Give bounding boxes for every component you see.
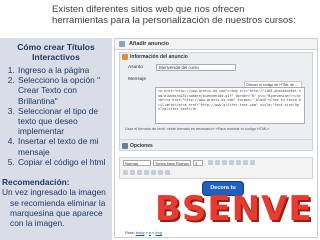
- options-icon: [122, 143, 128, 149]
- options-section: Opciones: [119, 139, 313, 151]
- info-section-title: Información del anuncio: [130, 54, 188, 60]
- format-select[interactable]: Normal: [123, 160, 151, 166]
- path-item[interactable]: img: [156, 230, 162, 235]
- step-item: Copiar el código el html: [17, 157, 109, 167]
- editor-topbar: Añadir anuncio: [115, 39, 317, 50]
- step-item: Ingreso a la página: [17, 65, 109, 75]
- path-item[interactable]: body: [136, 230, 145, 235]
- path-item[interactable]: p: [149, 230, 151, 235]
- steps-list: Ingreso a la página Selecciono la opción…: [0, 65, 109, 167]
- element-path: Ruta: body » p » img: [125, 230, 162, 235]
- panel-title: Cómo crear Títulos Interactivos: [17, 42, 95, 62]
- list-button[interactable]: [243, 160, 248, 165]
- bold-button[interactable]: [208, 160, 213, 165]
- recommendation-body: Un vez ingresado la imagen se recomienda…: [2, 187, 106, 229]
- link-button[interactable]: [250, 160, 255, 165]
- paste-button[interactable]: [137, 170, 142, 175]
- recommendation: Recomendación: Un vez ingresado la image…: [2, 177, 110, 228]
- step-item: Seleccionar el tipo de texto que deseo i…: [17, 106, 109, 137]
- underline-button[interactable]: [222, 160, 227, 165]
- copy-button[interactable]: [130, 170, 135, 175]
- font-select[interactable]: Times New Roman: [153, 160, 191, 166]
- mensaje-label: Mensaje: [128, 77, 147, 82]
- info-icon: [122, 54, 128, 60]
- redo-button[interactable]: [151, 170, 156, 175]
- image-button[interactable]: [158, 170, 163, 175]
- align-button[interactable]: [236, 160, 241, 165]
- page-heading: Existen diferentes sitios web que nos of…: [52, 4, 296, 26]
- instructions-panel: Cómo crear Títulos Interactivos Ingreso …: [0, 38, 112, 240]
- format-note: Usar el formato de html: «éste formato e…: [125, 127, 270, 131]
- italic-button[interactable]: [215, 160, 220, 165]
- editor-screenshot: Añadir anuncio Información del anuncio A…: [114, 38, 318, 238]
- glitter-text-image: BSENVE: [155, 189, 313, 229]
- step-item: Insertar el texto de mi mensaje: [17, 136, 109, 156]
- editor-toolbar: Normal Times New Roman 3: [119, 157, 313, 179]
- path-prefix: Ruta:: [125, 230, 135, 235]
- announcement-icon: [119, 41, 125, 47]
- table-button[interactable]: [165, 170, 170, 175]
- topbar-title: Añadir anuncio: [129, 41, 170, 47]
- step-item: Selecciono la opción " Crear Texto con B…: [17, 75, 109, 106]
- size-select[interactable]: 3: [193, 160, 203, 166]
- strike-button[interactable]: [229, 160, 234, 165]
- options-section-title: Opciones: [130, 143, 153, 149]
- asunto-label: Asunto: [128, 65, 143, 70]
- html-code-field[interactable]: <a href="http://www.gratis-es.com"><img …: [155, 87, 305, 124]
- recommendation-title: Recomendación:: [2, 177, 70, 187]
- cut-button[interactable]: [123, 170, 128, 175]
- asunto-input[interactable]: Bienvenida del curso: [156, 64, 236, 71]
- undo-button[interactable]: [144, 170, 149, 175]
